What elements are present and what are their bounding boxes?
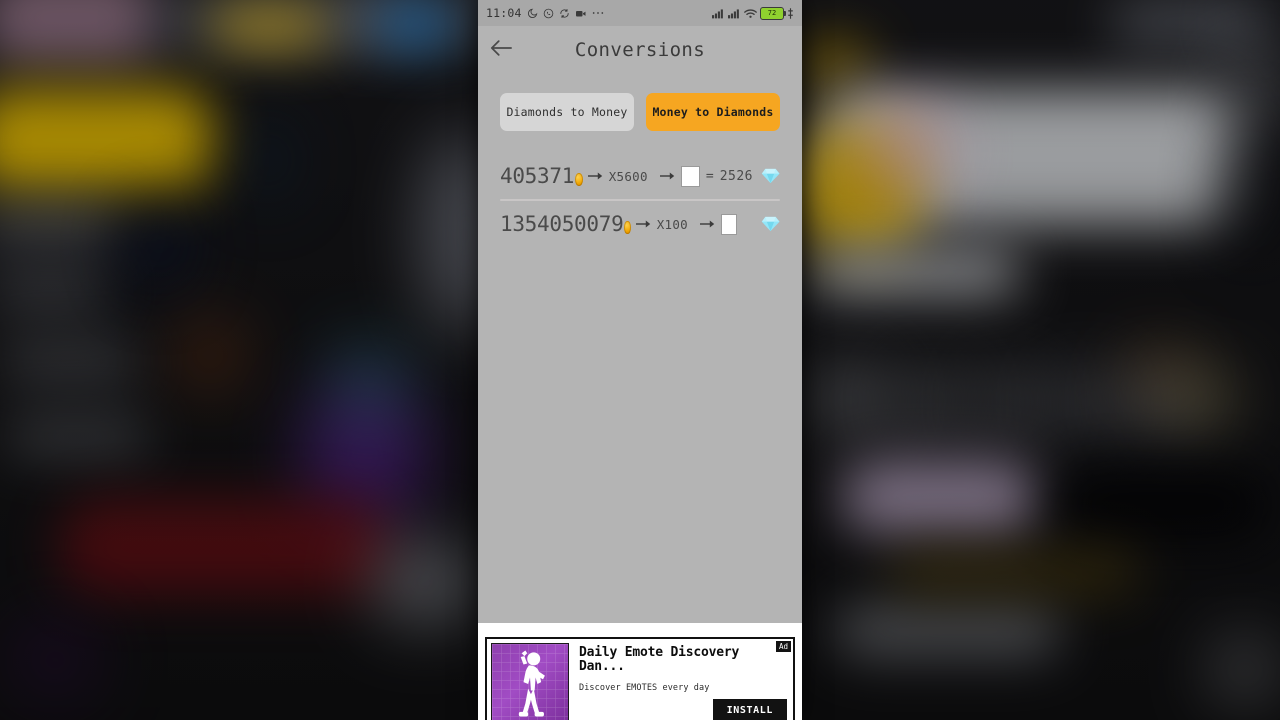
signal-sim1-icon bbox=[712, 8, 725, 19]
conversion-row[interactable]: 1354050079 X100 bbox=[500, 201, 780, 247]
ad-badge: Ad bbox=[775, 640, 791, 652]
arrow-icon bbox=[700, 219, 716, 229]
conversion-list: 405371 X5600 = 2526 1354050079 X100 bbox=[478, 153, 802, 247]
conversion-row[interactable]: 405371 X5600 = 2526 bbox=[500, 153, 780, 199]
battery-icon: 72 bbox=[760, 6, 786, 20]
wifi-icon bbox=[744, 8, 757, 19]
sync-icon bbox=[559, 8, 570, 19]
conversion-amount: 1354050079 bbox=[500, 212, 624, 236]
indonesia-flag-icon bbox=[680, 165, 700, 187]
app-bar: Conversions bbox=[478, 26, 802, 74]
content-area: Diamonds to Money Money to Diamonds 4053… bbox=[478, 74, 802, 623]
coin-icon bbox=[575, 173, 583, 186]
whatsapp-icon bbox=[543, 8, 554, 19]
conversion-amount: 405371 bbox=[500, 164, 575, 188]
conversion-multiplier: X100 bbox=[656, 216, 689, 232]
ad-zone: Daily Emote Discovery Dan... Discover EM… bbox=[478, 623, 802, 720]
arrow-icon bbox=[587, 171, 604, 181]
ad-title: Daily Emote Discovery Dan... bbox=[579, 644, 740, 674]
status-bar-left: 11:04 bbox=[486, 6, 604, 20]
tab-money-to-diamonds[interactable]: Money to Diamonds bbox=[646, 93, 780, 131]
usb-icon bbox=[787, 7, 794, 19]
diamond-icon bbox=[761, 215, 780, 233]
conversion-tabs: Diamonds to Money Money to Diamonds bbox=[478, 74, 802, 131]
coin-icon bbox=[624, 221, 631, 234]
conversion-result: 2526 bbox=[719, 168, 753, 184]
screen-root: 11:04 72 Conversions Diamonds to Money M… bbox=[0, 0, 1280, 720]
dancing-figure-icon bbox=[491, 642, 569, 720]
install-button[interactable]: INSTALL bbox=[712, 698, 787, 720]
more-dots-icon bbox=[592, 9, 604, 17]
equals-sign: = bbox=[705, 168, 714, 184]
page-title: Conversions bbox=[574, 39, 706, 61]
conversion-multiplier: X5600 bbox=[608, 168, 648, 184]
signal-sim2-icon bbox=[728, 8, 741, 19]
status-bar-right: 72 bbox=[712, 6, 794, 20]
video-camera-icon bbox=[575, 8, 587, 19]
status-time: 11:04 bbox=[486, 6, 522, 20]
ad-subtitle: Discover EMOTES every day bbox=[579, 683, 710, 694]
ad-banner[interactable]: Daily Emote Discovery Dan... Discover EM… bbox=[485, 636, 795, 720]
arrow-icon bbox=[659, 171, 676, 181]
phone-screen: 11:04 72 Conversions Diamonds to Money M… bbox=[478, 0, 802, 720]
indonesia-flag-icon bbox=[721, 213, 737, 235]
battery-level: 72 bbox=[767, 9, 777, 17]
back-arrow-icon bbox=[490, 39, 512, 61]
status-bar: 11:04 72 bbox=[478, 0, 802, 26]
arrow-icon bbox=[635, 219, 652, 229]
tab-diamonds-to-money[interactable]: Diamonds to Money bbox=[500, 93, 634, 131]
diamond-icon bbox=[761, 167, 780, 185]
back-button[interactable] bbox=[478, 26, 524, 74]
ad-body: Daily Emote Discovery Dan... Discover EM… bbox=[573, 639, 793, 720]
moon-dnd-icon bbox=[527, 8, 538, 19]
